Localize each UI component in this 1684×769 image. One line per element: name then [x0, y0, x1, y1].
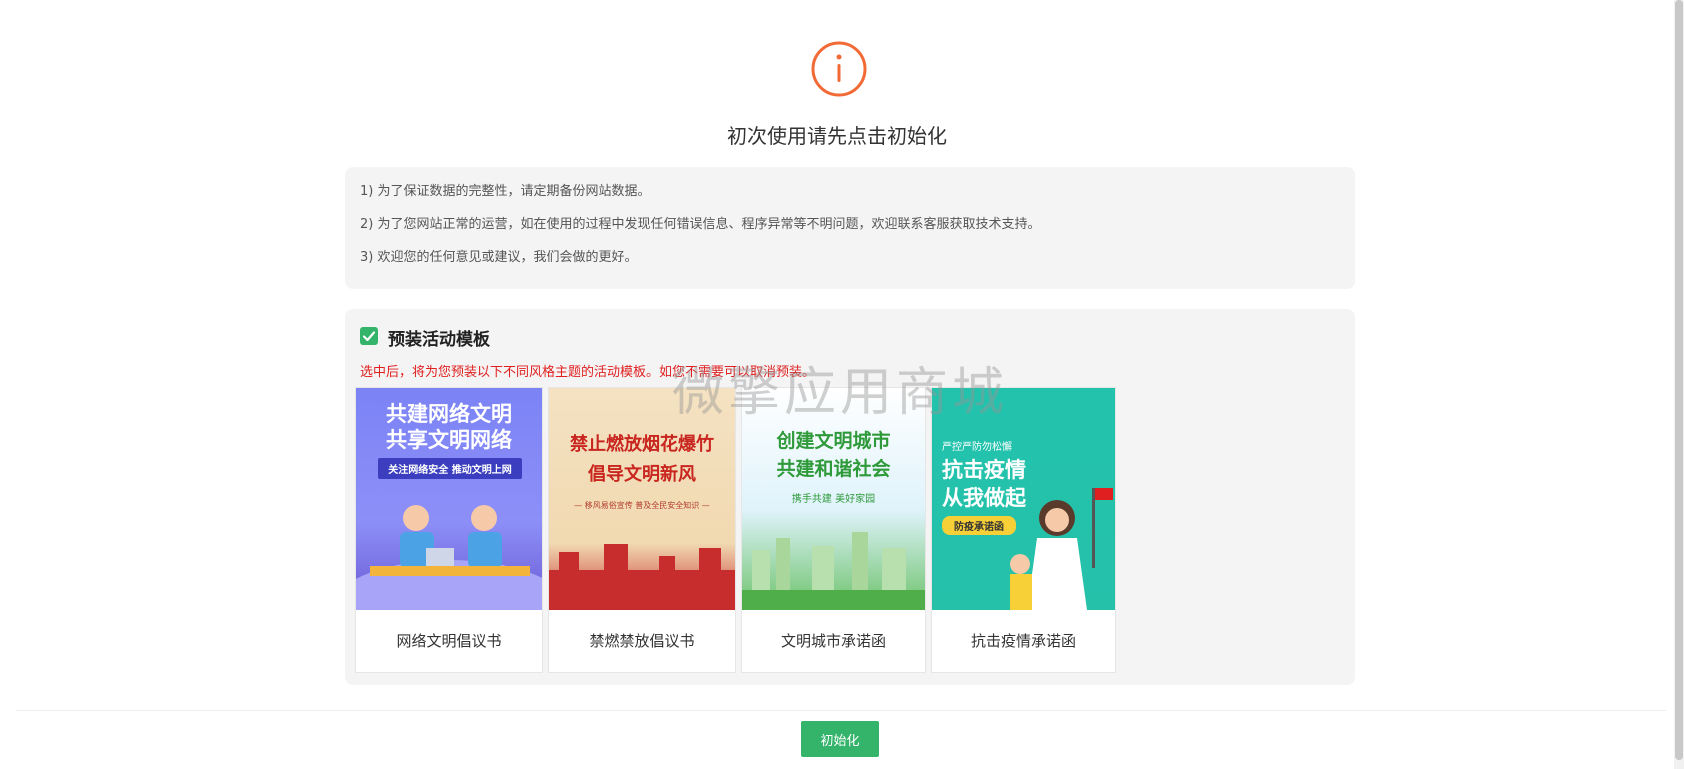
- poster-line: 共建和谐社会: [776, 458, 891, 480]
- template-card-epidemic[interactable]: 严控严防勿松懈 抗击疫情 从我做起 防疫承诺函 抗击疫情承诺函: [931, 387, 1116, 673]
- scrollbar[interactable]: [1674, 0, 1684, 769]
- notice-line: 2) 为了您网站正常的运营，如在使用的过程中发现任何错误信息、程序异常等不明问题…: [360, 217, 1041, 232]
- card-label: 文明城市承诺函: [780, 632, 886, 650]
- poster-image: 共建网络文明 共享文明网络 关注网络安全 推动文明上网: [356, 388, 542, 610]
- poster-line: 创建文明城市: [776, 430, 891, 452]
- card-label: 抗击疫情承诺函: [970, 632, 1076, 650]
- template-title[interactable]: 预装活动模板: [388, 325, 490, 350]
- notice-box: 1) 为了保证数据的完整性，请定期备份网站数据。 2) 为了您网站正常的运营，如…: [345, 167, 1355, 289]
- notice-line: 1) 为了保证数据的完整性，请定期备份网站数据。: [360, 184, 651, 199]
- city-skyline-icon: [742, 532, 925, 610]
- notice-line: 3) 欢迎您的任何意见或建议，我们会做的更好。: [360, 250, 638, 265]
- checkbox-checked-icon[interactable]: [360, 327, 378, 345]
- poster-line: 倡导文明新风: [588, 464, 696, 485]
- people-illustration-icon: [356, 505, 542, 610]
- footer-divider: [16, 710, 1666, 711]
- city-silhouette-icon: [549, 544, 735, 610]
- card-label: 禁燃禁放倡议书: [589, 632, 695, 650]
- template-card-civilized-city[interactable]: 创建文明城市 共建和谐社会 携手共建 美好家园 文明城市承诺函: [741, 387, 926, 673]
- poster-tag: 关注网络安全 推动文明上网: [378, 458, 522, 479]
- scrollbar-thumb[interactable]: [1675, 0, 1683, 760]
- template-card-fireworks[interactable]: 禁止燃放烟花爆竹 倡导文明新风 — 移风易俗宣传 普及全民安全知识 — 禁燃禁放…: [548, 387, 736, 673]
- template-cards: 共建网络文明 共享文明网络 关注网络安全 推动文明上网 网络文明倡议书 禁止燃放…: [355, 387, 1116, 673]
- poster-line: 共享文明网络: [386, 428, 512, 452]
- init-button[interactable]: 初始化: [801, 721, 879, 757]
- poster-tag: — 移风易俗宣传 普及全民安全知识 —: [574, 501, 710, 510]
- poster-line: 禁止燃放烟花爆竹: [570, 434, 714, 455]
- info-circle-icon: [811, 41, 867, 97]
- watermark: 微擎应用商城: [672, 363, 1009, 423]
- card-label: 网络文明倡议书: [396, 632, 502, 650]
- poster-tag: 携手共建 美好家园: [791, 494, 876, 505]
- page-title: 初次使用请先点击初始化: [727, 124, 947, 148]
- template-card-network[interactable]: 共建网络文明 共享文明网络 关注网络安全 推动文明上网 网络文明倡议书: [355, 387, 543, 673]
- main-content: 初次使用请先点击初始化 1) 为了保证数据的完整性，请定期备份网站数据。 2) …: [0, 0, 1674, 769]
